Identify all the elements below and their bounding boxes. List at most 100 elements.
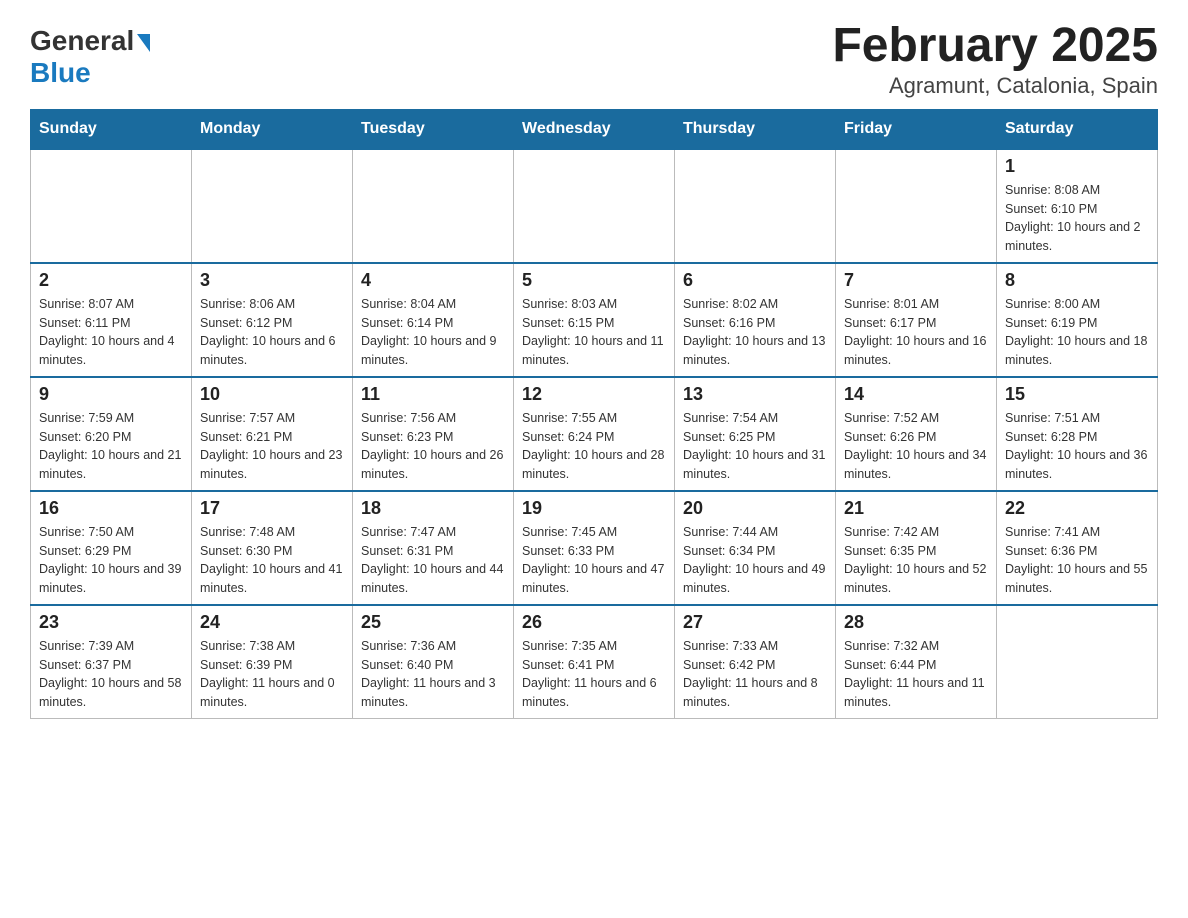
day-of-week-header: Sunday: [31, 109, 192, 149]
day-info: Sunrise: 7:33 AMSunset: 6:42 PMDaylight:…: [683, 637, 827, 712]
calendar-day-cell: 13 Sunrise: 7:54 AMSunset: 6:25 PMDayligh…: [675, 377, 836, 491]
empty-calendar-cell: [675, 149, 836, 263]
calendar-day-cell: 16 Sunrise: 7:50 AMSunset: 6:29 PMDayligh…: [31, 491, 192, 605]
day-info: Sunrise: 7:54 AMSunset: 6:25 PMDaylight:…: [683, 409, 827, 484]
day-number: 14: [844, 384, 988, 405]
calendar-day-cell: 2 Sunrise: 8:07 AMSunset: 6:11 PMDaylight…: [31, 263, 192, 377]
day-info: Sunrise: 7:41 AMSunset: 6:36 PMDaylight:…: [1005, 523, 1149, 598]
day-info: Sunrise: 7:47 AMSunset: 6:31 PMDaylight:…: [361, 523, 505, 598]
calendar-day-cell: 21 Sunrise: 7:42 AMSunset: 6:35 PMDayligh…: [836, 491, 997, 605]
day-of-week-header: Thursday: [675, 109, 836, 149]
day-info: Sunrise: 7:57 AMSunset: 6:21 PMDaylight:…: [200, 409, 344, 484]
day-of-week-header: Friday: [836, 109, 997, 149]
day-of-week-header: Tuesday: [353, 109, 514, 149]
calendar-title: February 2025: [832, 20, 1158, 73]
empty-calendar-cell: [31, 149, 192, 263]
calendar-day-cell: 15 Sunrise: 7:51 AMSunset: 6:28 PMDayligh…: [997, 377, 1158, 491]
day-number: 24: [200, 612, 344, 633]
day-number: 25: [361, 612, 505, 633]
day-number: 18: [361, 498, 505, 519]
empty-calendar-cell: [514, 149, 675, 263]
day-number: 3: [200, 270, 344, 291]
calendar-day-cell: 1 Sunrise: 8:08 AMSunset: 6:10 PMDaylight…: [997, 149, 1158, 263]
day-number: 11: [361, 384, 505, 405]
day-of-week-header: Wednesday: [514, 109, 675, 149]
week-row: 9Sunrise: 7:59 AMSunset: 6:20 PMDaylight…: [31, 377, 1158, 491]
day-of-week-header: Monday: [192, 109, 353, 149]
day-info: Sunrise: 7:56 AMSunset: 6:23 PMDaylight:…: [361, 409, 505, 484]
calendar-day-cell: 22 Sunrise: 7:41 AMSunset: 6:36 PMDayligh…: [997, 491, 1158, 605]
day-info: Sunrise: 8:02 AMSunset: 6:16 PMDaylight:…: [683, 295, 827, 370]
logo-general-text: General: [30, 25, 134, 57]
logo: General Blue: [30, 20, 150, 89]
day-info: Sunrise: 8:03 AMSunset: 6:15 PMDaylight:…: [522, 295, 666, 370]
calendar-day-cell: 26Sunrise: 7:35 AMSunset: 6:41 PMDayligh…: [514, 605, 675, 719]
day-number: 10: [200, 384, 344, 405]
calendar-day-cell: 4 Sunrise: 8:04 AMSunset: 6:14 PMDaylight…: [353, 263, 514, 377]
day-info: Sunrise: 7:50 AMSunset: 6:29 PMDaylight:…: [39, 523, 183, 598]
day-info: Sunrise: 7:45 AMSunset: 6:33 PMDaylight:…: [522, 523, 666, 598]
day-info: Sunrise: 8:08 AMSunset: 6:10 PMDaylight:…: [1005, 181, 1149, 256]
calendar-day-cell: 28Sunrise: 7:32 AMSunset: 6:44 PMDayligh…: [836, 605, 997, 719]
day-number: 27: [683, 612, 827, 633]
day-number: 21: [844, 498, 988, 519]
week-row: 1 Sunrise: 8:08 AMSunset: 6:10 PMDaylight…: [31, 149, 1158, 263]
day-number: 5: [522, 270, 666, 291]
calendar-day-cell: 27 Sunrise: 7:33 AMSunset: 6:42 PMDayligh…: [675, 605, 836, 719]
day-number: 12: [522, 384, 666, 405]
logo-triangle-icon: [137, 34, 150, 52]
calendar-day-cell: 20 Sunrise: 7:44 AMSunset: 6:34 PMDayligh…: [675, 491, 836, 605]
day-number: 4: [361, 270, 505, 291]
calendar-day-cell: 9Sunrise: 7:59 AMSunset: 6:20 PMDaylight…: [31, 377, 192, 491]
day-number: 15: [1005, 384, 1149, 405]
empty-calendar-cell: [353, 149, 514, 263]
day-number: 2: [39, 270, 183, 291]
day-info: Sunrise: 8:00 AMSunset: 6:19 PMDaylight:…: [1005, 295, 1149, 370]
empty-calendar-cell: [997, 605, 1158, 719]
day-info: Sunrise: 7:38 AMSunset: 6:39 PMDaylight:…: [200, 637, 344, 712]
day-number: 6: [683, 270, 827, 291]
calendar-day-cell: 25 Sunrise: 7:36 AMSunset: 6:40 PMDayligh…: [353, 605, 514, 719]
day-number: 13: [683, 384, 827, 405]
day-number: 20: [683, 498, 827, 519]
day-of-week-header: Saturday: [997, 109, 1158, 149]
day-number: 17: [200, 498, 344, 519]
calendar-day-cell: 11 Sunrise: 7:56 AMSunset: 6:23 PMDayligh…: [353, 377, 514, 491]
calendar-header-row: SundayMondayTuesdayWednesdayThursdayFrid…: [31, 109, 1158, 149]
page-header: General Blue February 2025 Agramunt, Cat…: [30, 20, 1158, 99]
logo-blue-text: Blue: [30, 57, 91, 88]
day-info: Sunrise: 7:42 AMSunset: 6:35 PMDaylight:…: [844, 523, 988, 598]
day-info: Sunrise: 8:07 AMSunset: 6:11 PMDaylight:…: [39, 295, 183, 370]
day-number: 8: [1005, 270, 1149, 291]
day-number: 26: [522, 612, 666, 633]
day-number: 9: [39, 384, 183, 405]
calendar-day-cell: 6 Sunrise: 8:02 AMSunset: 6:16 PMDaylight…: [675, 263, 836, 377]
calendar-day-cell: 8 Sunrise: 8:00 AMSunset: 6:19 PMDaylight…: [997, 263, 1158, 377]
calendar-day-cell: 5 Sunrise: 8:03 AMSunset: 6:15 PMDaylight…: [514, 263, 675, 377]
day-info: Sunrise: 8:04 AMSunset: 6:14 PMDaylight:…: [361, 295, 505, 370]
day-info: Sunrise: 7:48 AMSunset: 6:30 PMDaylight:…: [200, 523, 344, 598]
day-info: Sunrise: 7:55 AMSunset: 6:24 PMDaylight:…: [522, 409, 666, 484]
day-number: 22: [1005, 498, 1149, 519]
calendar-day-cell: 19 Sunrise: 7:45 AMSunset: 6:33 PMDayligh…: [514, 491, 675, 605]
calendar-day-cell: 10 Sunrise: 7:57 AMSunset: 6:21 PMDayligh…: [192, 377, 353, 491]
calendar-day-cell: 17 Sunrise: 7:48 AMSunset: 6:30 PMDayligh…: [192, 491, 353, 605]
calendar-day-cell: 12 Sunrise: 7:55 AMSunset: 6:24 PMDayligh…: [514, 377, 675, 491]
empty-calendar-cell: [836, 149, 997, 263]
day-number: 19: [522, 498, 666, 519]
day-info: Sunrise: 7:32 AMSunset: 6:44 PMDaylight:…: [844, 637, 988, 712]
calendar-subtitle: Agramunt, Catalonia, Spain: [832, 73, 1158, 99]
week-row: 23Sunrise: 7:39 AMSunset: 6:37 PMDayligh…: [31, 605, 1158, 719]
day-info: Sunrise: 7:36 AMSunset: 6:40 PMDaylight:…: [361, 637, 505, 712]
day-info: Sunrise: 7:39 AMSunset: 6:37 PMDaylight:…: [39, 637, 183, 712]
day-info: Sunrise: 7:52 AMSunset: 6:26 PMDaylight:…: [844, 409, 988, 484]
calendar-day-cell: 14 Sunrise: 7:52 AMSunset: 6:26 PMDayligh…: [836, 377, 997, 491]
day-info: Sunrise: 8:06 AMSunset: 6:12 PMDaylight:…: [200, 295, 344, 370]
day-info: Sunrise: 7:51 AMSunset: 6:28 PMDaylight:…: [1005, 409, 1149, 484]
day-number: 16: [39, 498, 183, 519]
calendar-day-cell: 3 Sunrise: 8:06 AMSunset: 6:12 PMDaylight…: [192, 263, 353, 377]
calendar-table: SundayMondayTuesdayWednesdayThursdayFrid…: [30, 109, 1158, 719]
day-number: 1: [1005, 156, 1149, 177]
calendar-day-cell: 18 Sunrise: 7:47 AMSunset: 6:31 PMDayligh…: [353, 491, 514, 605]
day-info: Sunrise: 7:44 AMSunset: 6:34 PMDaylight:…: [683, 523, 827, 598]
